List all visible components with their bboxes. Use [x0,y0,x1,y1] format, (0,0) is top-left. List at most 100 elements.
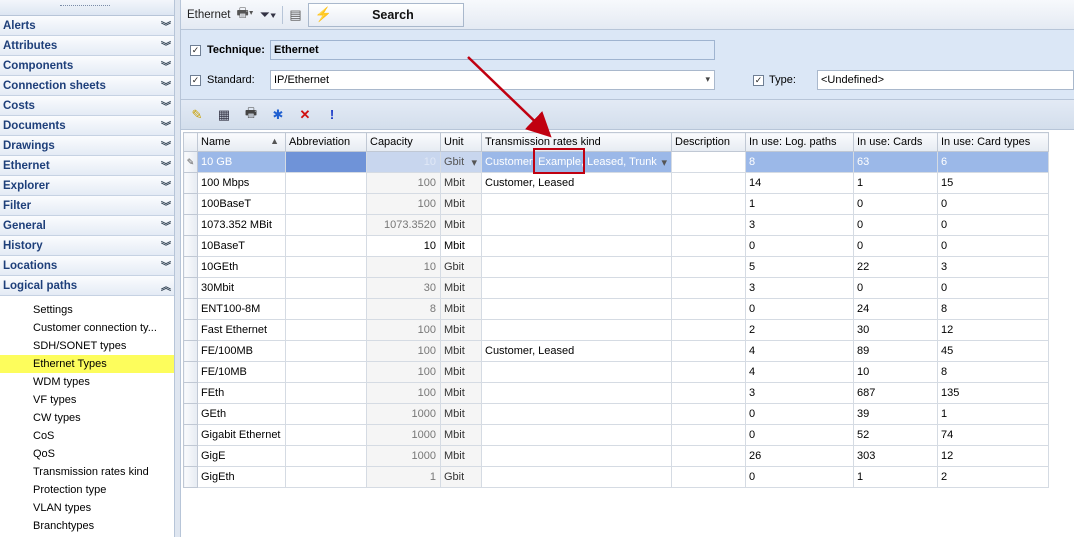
sidebar-section-locations[interactable]: Locations ︾ [0,256,174,276]
chevron-down-icon[interactable]: ︾ [161,258,171,273]
sidebar-item-qos[interactable]: QoS [0,445,174,463]
cell-cardtypes[interactable]: 0 [937,277,1049,299]
cell-capacity[interactable]: 100 [366,361,441,383]
cell-desc[interactable] [671,424,746,446]
sidebar-section-drawings[interactable]: Drawings ︾ [0,136,174,156]
cell-unit[interactable]: Gbit ▾ [440,151,482,173]
cell-cardtypes[interactable]: 2 [937,466,1049,488]
chevron-down-icon[interactable]: ︾ [161,158,171,173]
cell-logpaths[interactable]: 14 [745,172,854,194]
cell-name[interactable]: Gigabit Ethernet [197,424,286,446]
cell-logpaths[interactable]: 0 [745,298,854,320]
chevron-down-icon[interactable]: ︾ [161,58,171,73]
table-row[interactable]: GEth 1000 Mbit 0 39 1 [183,403,1049,425]
cell-cards[interactable]: 0 [853,214,938,236]
table-row[interactable]: 30Mbit 30 Mbit 3 0 0 [183,277,1049,299]
cell-abbr[interactable] [285,298,367,320]
cell-logpaths[interactable]: 0 [745,235,854,257]
cell-trk[interactable] [481,214,672,236]
cell-trk[interactable] [481,193,672,215]
cell-logpaths[interactable]: 0 [745,424,854,446]
table-row[interactable]: 100 Mbps 100 Mbit Customer, Leased 14 1 15 [183,172,1049,194]
cell-abbr[interactable] [285,445,367,467]
cell-abbr[interactable] [285,193,367,215]
cell-cards[interactable]: 0 [853,277,938,299]
table-row[interactable]: FE/10MB 100 Mbit 4 10 8 [183,361,1049,383]
cell-desc[interactable] [671,361,746,383]
cell-name[interactable]: GEth [197,403,286,425]
cell-abbr[interactable] [285,172,367,194]
exclamation-icon[interactable]: ! [324,107,340,122]
sidebar-section-explorer[interactable]: Explorer ︾ [0,176,174,196]
cell-desc[interactable] [671,235,746,257]
cell-name[interactable]: 10 GB [197,151,286,173]
cell-desc[interactable] [671,466,746,488]
cell-capacity[interactable]: 1073.3520 [366,214,441,236]
cell-logpaths[interactable]: 3 [745,214,854,236]
cell-abbr[interactable] [285,256,367,278]
cell-abbr[interactable] [285,151,367,173]
cell-cards[interactable]: 22 [853,256,938,278]
cell-name[interactable]: FE/10MB [197,361,286,383]
cell-abbr[interactable] [285,361,367,383]
cell-unit[interactable]: Gbit [440,256,482,278]
cell-desc[interactable] [671,172,746,194]
cell-trk[interactable] [481,361,672,383]
chevron-down-icon[interactable]: ︾ [161,118,171,133]
cell-trk[interactable] [481,319,672,341]
sidebar-item-wdm-types[interactable]: WDM types [0,373,174,391]
cell-logpaths[interactable]: 26 [745,445,854,467]
cell-trk[interactable] [481,277,672,299]
cell-unit[interactable]: Mbit [440,235,482,257]
cell-cards[interactable]: 10 [853,361,938,383]
cell-unit[interactable]: Mbit [440,382,482,404]
cell-desc[interactable] [671,193,746,215]
cell-cards[interactable]: 1 [853,172,938,194]
cell-capacity[interactable]: 1000 [366,403,441,425]
standard-dropdown[interactable]: IP/Ethernet ▾ [270,70,715,90]
table-layout-icon[interactable]: ▦ [216,107,232,123]
cell-name[interactable]: GigE [197,445,286,467]
cell-abbr[interactable] [285,403,367,425]
row-header[interactable] [183,172,198,194]
chevron-down-icon[interactable]: ︾ [161,138,171,153]
cell-cardtypes[interactable]: 15 [937,172,1049,194]
column-header-name[interactable]: Name ▲ [197,132,286,152]
chevron-down-icon[interactable]: ︾ [161,218,171,233]
cell-cards[interactable]: 24 [853,298,938,320]
table-row[interactable]: 10GEth 10 Gbit 5 22 3 [183,256,1049,278]
table-row[interactable]: Gigabit Ethernet 1000 Mbit 0 52 74 [183,424,1049,446]
row-header[interactable] [183,193,198,215]
sidebar-section-components[interactable]: Components ︾ [0,56,174,76]
cell-name[interactable]: 10GEth [197,256,286,278]
row-header[interactable] [183,445,198,467]
cell-trk[interactable] [481,256,672,278]
row-header[interactable] [183,340,198,362]
chevron-down-icon[interactable]: ︾ [161,38,171,53]
cell-capacity[interactable]: 1000 [366,445,441,467]
table-row[interactable]: 1073.352 MBit 1073.3520 Mbit 3 0 0 [183,214,1049,236]
column-header-unit[interactable]: Unit [440,132,482,152]
chevron-down-icon[interactable]: ▾ [661,156,670,169]
sidebar-section-connection-sheets[interactable]: Connection sheets ︾ [0,76,174,96]
cell-desc[interactable] [671,151,746,173]
cell-capacity[interactable]: 100 [366,340,441,362]
cell-cardtypes[interactable]: 6 [937,151,1049,173]
cell-cards[interactable]: 303 [853,445,938,467]
row-header[interactable] [183,298,198,320]
sidebar-section-filter[interactable]: Filter ︾ [0,196,174,216]
cell-cardtypes[interactable]: 0 [937,214,1049,236]
type-checkbox[interactable]: ✓ [753,75,764,86]
cell-name[interactable]: GigEth [197,466,286,488]
sidebar-item-branchtypes[interactable]: Branchtypes [0,517,174,535]
cell-abbr[interactable] [285,340,367,362]
delete-icon[interactable]: ✕ [297,107,313,123]
cell-name[interactable]: 10BaseT [197,235,286,257]
sidebar-item-vf-types[interactable]: VF types [0,391,174,409]
sidebar-section-attributes[interactable]: Attributes ︾ [0,36,174,56]
table-row[interactable]: 100BaseT 100 Mbit 1 0 0 [183,193,1049,215]
cell-capacity[interactable]: 1 [366,466,441,488]
cell-cards[interactable]: 0 [853,193,938,215]
cell-cards[interactable]: 89 [853,340,938,362]
cell-desc[interactable] [671,256,746,278]
